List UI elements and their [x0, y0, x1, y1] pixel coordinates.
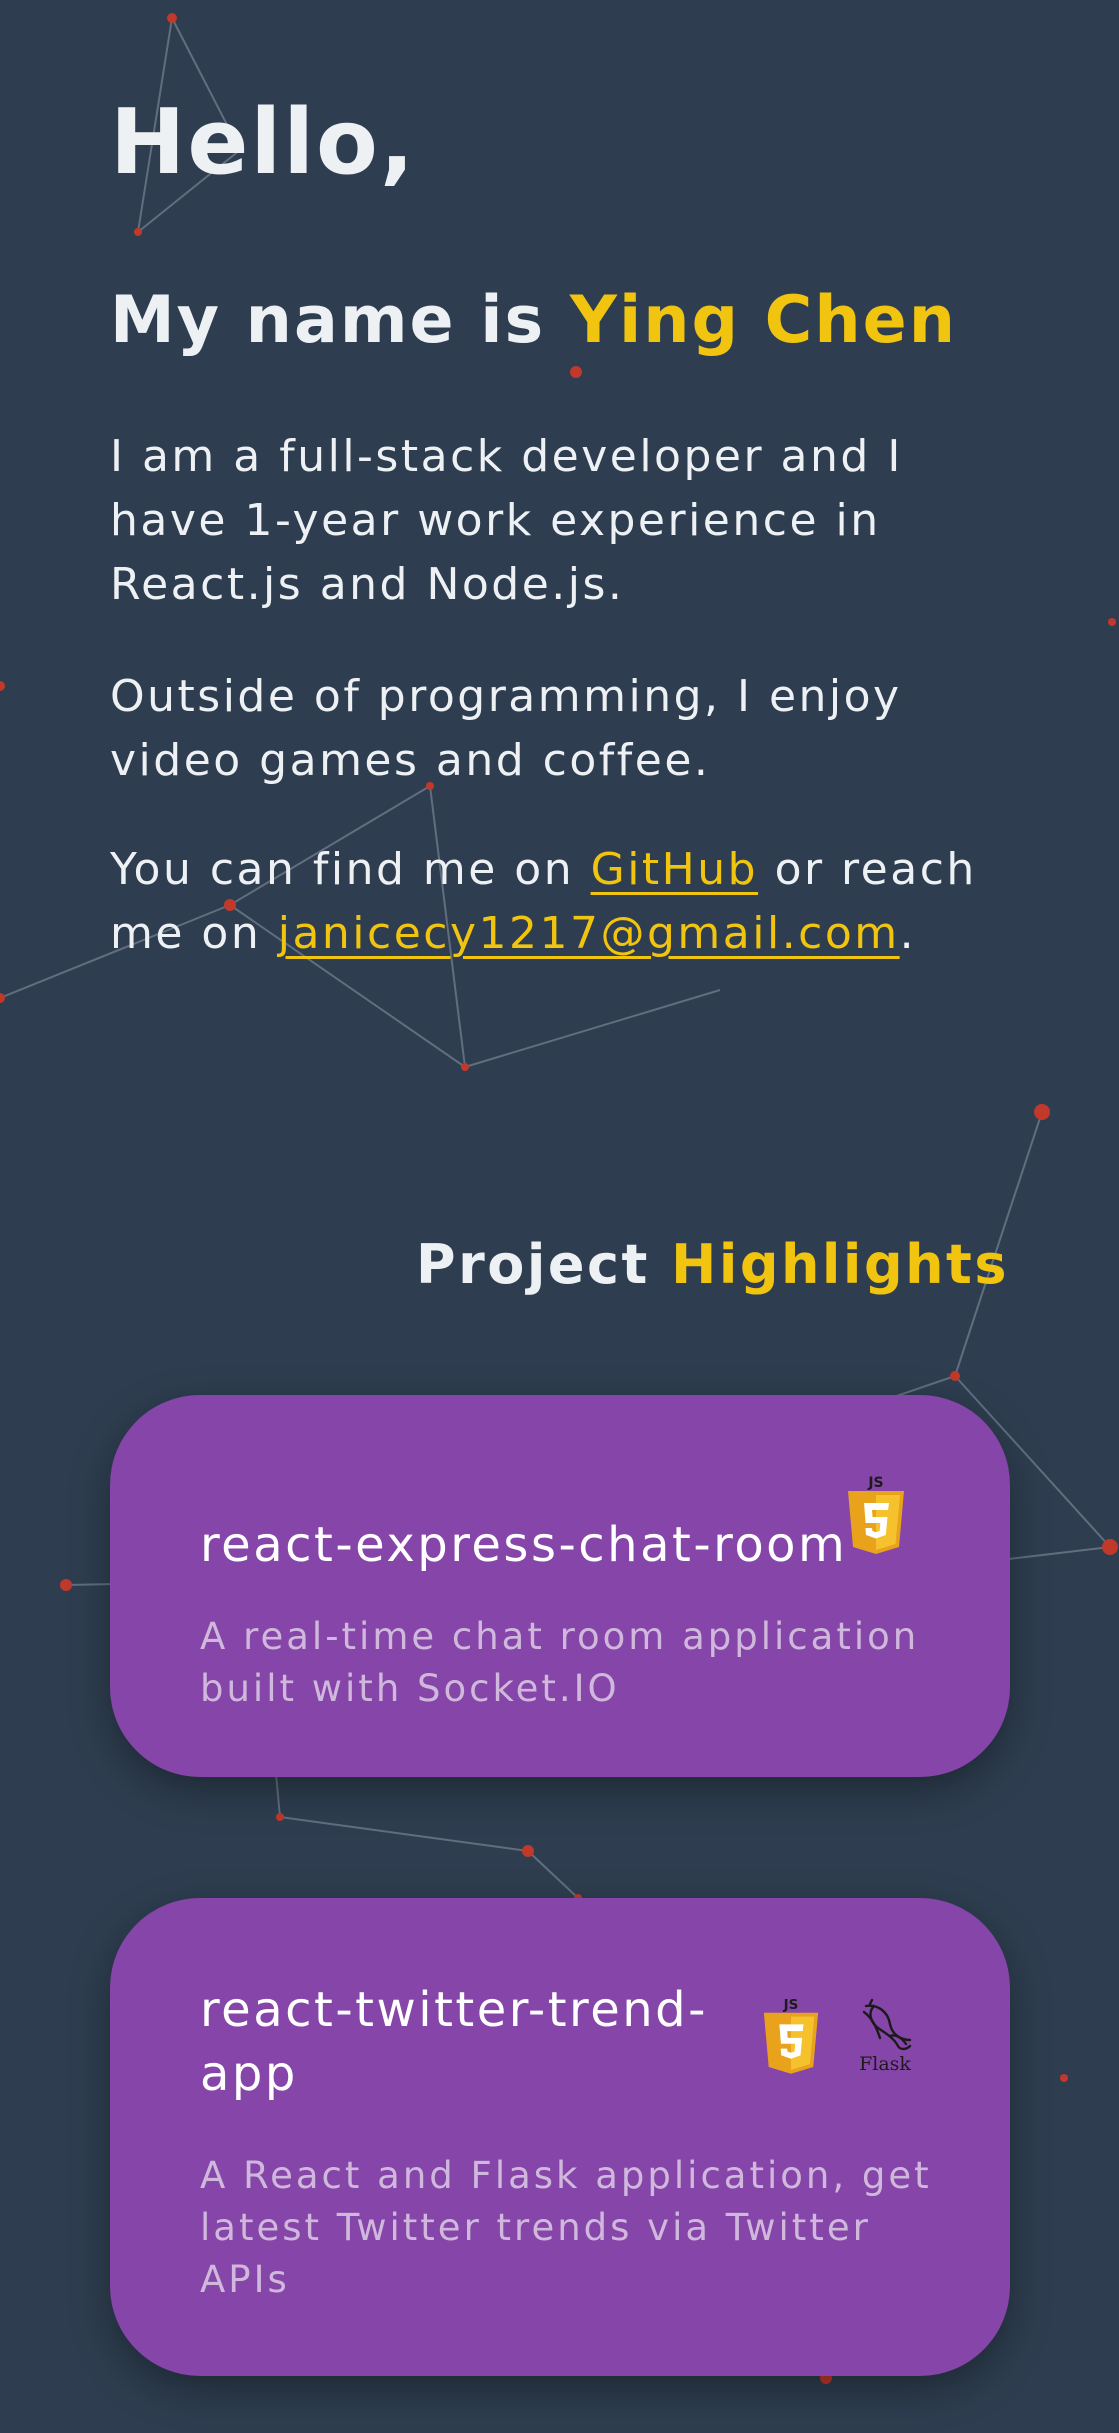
developer-name: Ying Chen	[569, 283, 957, 358]
flask-icon: Flask	[859, 1998, 911, 2075]
name-heading: My name is Ying Chen	[110, 276, 957, 366]
section-title-accent: Highlights	[671, 1233, 1009, 1296]
project-name: react-express-chat-room	[200, 1517, 848, 1573]
name-prefix: My name is	[110, 283, 570, 358]
section-title-prefix: Project	[416, 1233, 672, 1296]
project-highlights-title: Project Highlights	[416, 1230, 1009, 1300]
github-link[interactable]: GitHub	[591, 844, 758, 895]
javascript-icon: JS	[848, 1475, 904, 1554]
project-description: A real-time chat room application built …	[200, 1615, 920, 1710]
flask-icon-label: Flask	[859, 2053, 911, 2075]
email-link[interactable]: janicecy1217@gmail.com	[278, 908, 900, 959]
bio-paragraph-hobbies: Outside of programming, I enjoy video ga…	[110, 671, 902, 786]
project-card-react-twitter-trend-app[interactable]: react-twitter-trend-app JS Flask A React…	[110, 1898, 1010, 2376]
greeting-heading: Hello,	[110, 90, 417, 195]
javascript-icon: JS	[763, 1997, 819, 2074]
svg-text:JS: JS	[783, 1997, 799, 2013]
bio-paragraph-experience: I am a full-stack developer and I have 1…	[110, 431, 903, 610]
project-name: react-twitter-trend-app	[200, 1982, 708, 2102]
contact-paragraph: You can find me on GitHub or reach me on…	[110, 838, 1010, 966]
contact-suffix: .	[899, 908, 917, 959]
project-description: A React and Flask application, get lates…	[200, 2154, 932, 2301]
project-card-react-express-chat-room[interactable]: react-express-chat-room JS A real-time c…	[110, 1395, 1010, 1777]
svg-text:JS: JS	[867, 1475, 883, 1491]
contact-prefix: You can find me on	[110, 844, 591, 895]
